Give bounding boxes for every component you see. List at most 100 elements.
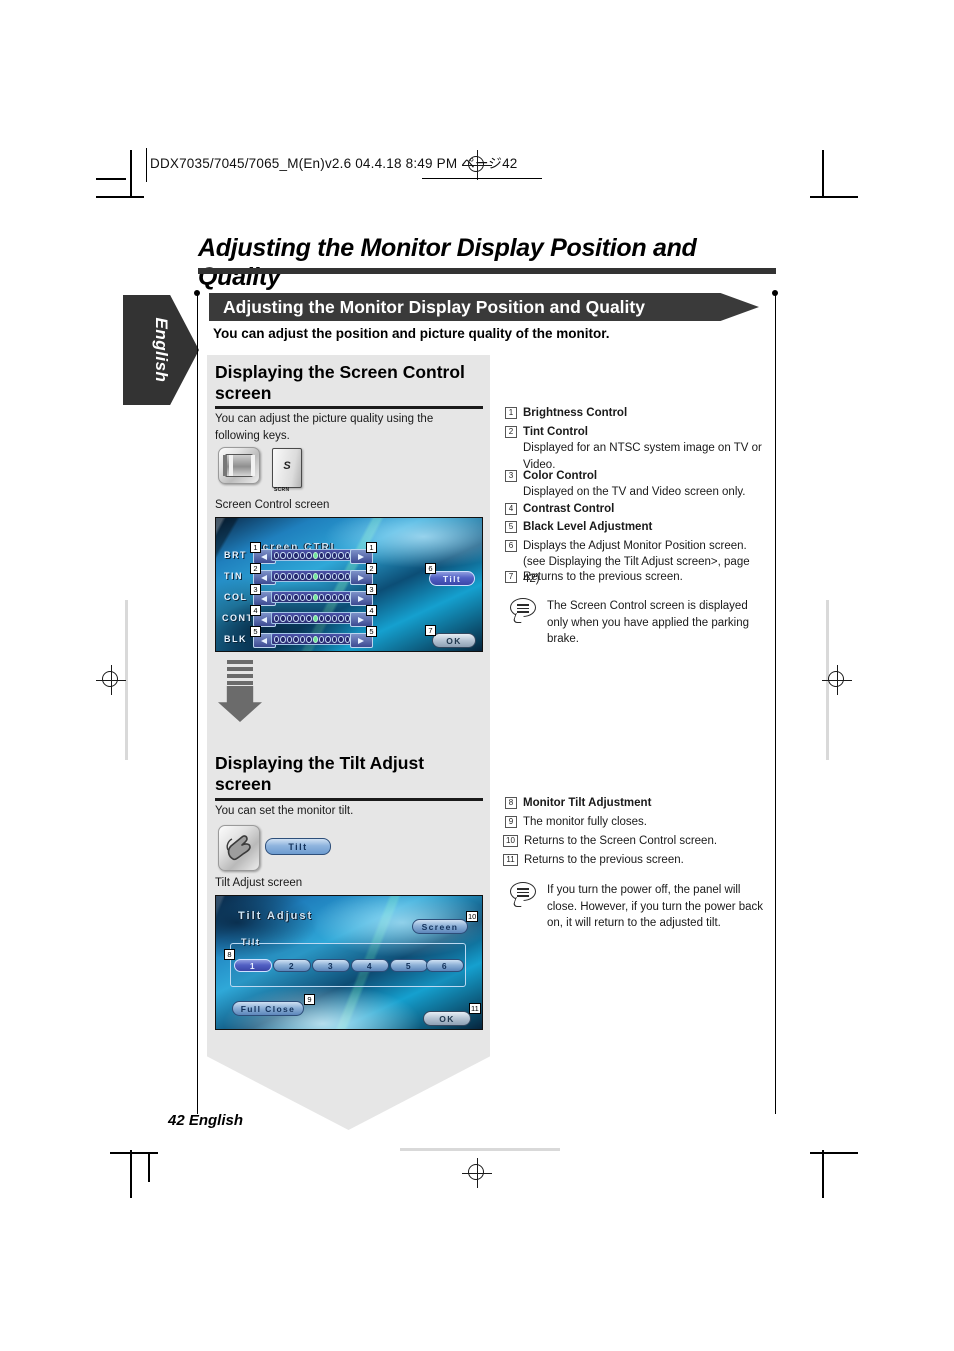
osd-tilt-step-4[interactable]: 4 (351, 959, 389, 972)
crop-mark-bottom-left-v2 (148, 1152, 150, 1182)
scrn-key-glyph: S (283, 460, 291, 472)
legend-title-5: Black Level Adjustment (523, 521, 653, 533)
section2-intro: You can set the monitor tilt. (215, 805, 354, 817)
section2-heading: Displaying the Tilt Adjust screen (215, 753, 425, 795)
hand-pointer-glyph (226, 835, 251, 861)
legend-item-9: 9 The monitor fully closes. (505, 814, 767, 830)
legend-item-10: 10 Returns to the Screen Control screen. (503, 833, 767, 849)
osd-slider-tin[interactable] (271, 570, 353, 582)
crop-mark-bottom-right-v (822, 1150, 824, 1198)
legend-title-2: Tint Control (523, 426, 588, 438)
header-rule-vertical (146, 148, 147, 182)
header-rule-underline (422, 178, 542, 179)
osd-full-close-button[interactable]: Full Close (232, 1001, 304, 1016)
section-banner: Adjusting the Monitor Display Position a… (209, 293, 763, 325)
file-info-header: DDX7035/7045/7065_M(En)v2.6 04.4.18 8:49… (150, 156, 518, 171)
registration-mark-left (96, 665, 126, 695)
osd-row-label-cont: CONT (222, 613, 254, 623)
language-tab-label: English (152, 317, 171, 383)
osd-slider-blk[interactable] (271, 633, 353, 645)
tilt-adjust-screenshot: Tilt Adjust Screen 10 Tilt 8 1 2 3 4 5 6… (215, 895, 483, 1030)
osd-tilt-step-6[interactable]: 6 (426, 959, 464, 972)
osd-tilt-step-2[interactable]: 2 (273, 959, 311, 972)
tilt-touch-button[interactable]: Tilt (265, 838, 331, 855)
legend-item-5: 5 Black Level Adjustment (505, 519, 767, 535)
osd-slider-cont[interactable] (271, 612, 353, 624)
osd-row-label-blk: BLK (224, 634, 247, 644)
crop-mark-top-left-h (96, 196, 144, 198)
osd-tilt-step-5[interactable]: 5 (390, 959, 428, 972)
callout-1-left: 1 (250, 542, 261, 553)
crop-mark-top-left-h2 (96, 178, 126, 180)
screen-key-icon (218, 447, 260, 484)
section-banner-label: Adjusting the Monitor Display Position a… (223, 297, 645, 317)
callout-11: 11 (469, 1003, 481, 1014)
osd-tilt-group-label: Tilt (241, 937, 261, 947)
callout-5-right: 5 (366, 626, 377, 637)
legend-number-9: 9 (505, 816, 517, 828)
legend-text-4: Contrast Control (523, 501, 614, 517)
section1-screenshot-caption: Screen Control screen (215, 499, 330, 511)
legend-desc-11: Returns to the previous screen. (524, 854, 684, 866)
osd-row-label-col: COL (224, 592, 248, 602)
fold-line-bottom (400, 1148, 560, 1151)
legend-title-8: Monitor Tilt Adjustment (523, 797, 652, 809)
legend-item-8: 8 Monitor Tilt Adjustment (505, 795, 767, 811)
crop-mark-top-right-v (822, 150, 824, 198)
osd-tilt-ok-button[interactable]: OK (423, 1011, 471, 1026)
legend-desc-3: Displayed on the TV and Video screen onl… (523, 486, 746, 499)
legend-text-2: Tint Control Displayed for an NTSC syste… (523, 424, 767, 473)
section1-intro: You can adjust the picture quality using… (215, 413, 434, 442)
osd-tilt-step-3[interactable]: 3 (312, 959, 350, 972)
legend-number-5: 5 (505, 521, 517, 533)
note-bottom: If you turn the power off, the panel wil… (510, 882, 766, 932)
legend-number-3: 3 (505, 470, 517, 482)
legend-item-1: 1 Brightness Control (505, 405, 767, 421)
callout-2-right: 2 (366, 563, 377, 574)
legend-item-4: 4 Contrast Control (505, 501, 767, 517)
legend-desc-7: Returns to the previous screen. (523, 571, 683, 583)
callout-2-left: 2 (250, 563, 261, 574)
osd-screen-button[interactable]: Screen (412, 919, 468, 934)
legend-text-3: Color Control Displayed on the TV and Vi… (523, 468, 745, 501)
legend-number-6: 6 (505, 540, 517, 552)
legend-desc-9: The monitor fully closes. (523, 816, 647, 828)
callout-6: 6 (425, 563, 436, 574)
note-balloon-icon (510, 598, 536, 623)
note-bottom-text: If you turn the power off, the panel wil… (547, 884, 764, 930)
callout-5-left: 5 (250, 626, 261, 637)
section-lead-text: You can adjust the position and picture … (213, 326, 610, 341)
osd-slider-col[interactable] (271, 591, 353, 603)
legend-text-8: Monitor Tilt Adjustment (523, 795, 651, 811)
legend-title-3: Color Control (523, 470, 598, 482)
callout-8: 8 (224, 949, 235, 960)
legend-number-7: 7 (505, 571, 517, 583)
note-top: The Screen Control screen is displayed o… (510, 598, 766, 648)
legend-title-4: Contrast Control (523, 503, 615, 515)
osd-row-label-brt: BRT (224, 550, 247, 560)
legend-text-1: Brightness Control (523, 405, 627, 421)
section2-rule (215, 798, 483, 801)
osd-slider-brt[interactable] (271, 549, 353, 561)
callout-9: 9 (304, 994, 315, 1005)
scrn-key-icon: S (272, 448, 302, 488)
legend-item-7: 7 Returns to the previous screen. (505, 569, 767, 585)
page-title-rule (198, 268, 776, 274)
legend-item-11: 11 Returns to the previous screen. (503, 852, 767, 868)
hand-key-icon (218, 825, 260, 871)
osd-tilt-step-1[interactable]: 1 (234, 959, 272, 972)
flow-down-arrow-icon (218, 660, 262, 722)
callout-1-right: 1 (366, 542, 377, 553)
osd-ok-button[interactable]: OK (432, 633, 476, 648)
osd-row-label-tin: TIN (224, 571, 243, 581)
crop-mark-bottom-left-v (130, 1150, 132, 1198)
note-balloon-icon-2 (510, 882, 536, 907)
callout-10: 10 (466, 911, 479, 922)
crop-mark-top-right-h (810, 196, 858, 198)
callout-4-left: 4 (250, 605, 261, 616)
section1-heading: Displaying the Screen Control screen (215, 362, 465, 404)
page-title: Adjusting the Monitor Display Position a… (198, 234, 697, 291)
legend-item-2: 2 Tint Control Displayed for an NTSC sys… (505, 424, 767, 473)
legend-desc-10: Returns to the Screen Control screen. (524, 835, 718, 847)
crop-mark-bottom-right-h (810, 1152, 858, 1154)
